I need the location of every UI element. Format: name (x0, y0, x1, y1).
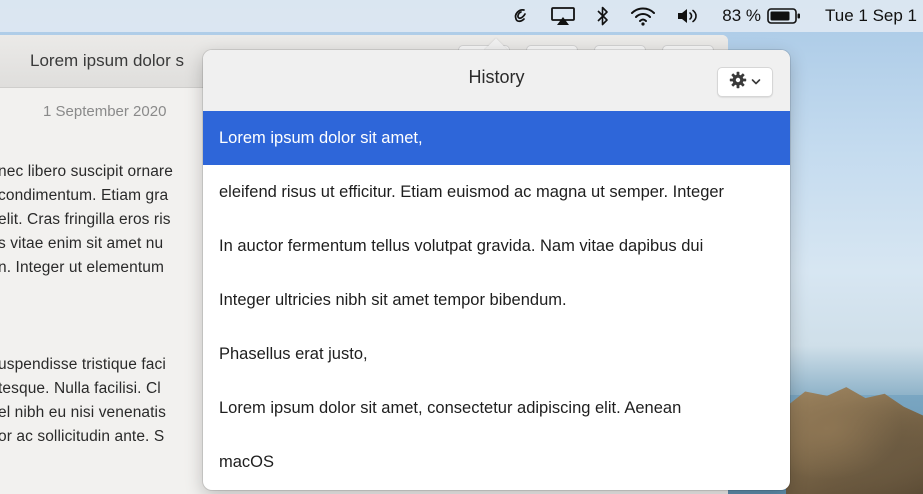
history-item[interactable]: Phasellus erat justo, (203, 327, 790, 381)
history-item[interactable]: In auctor fermentum tellus volutpat grav… (203, 219, 790, 273)
history-item-text: Lorem ipsum dolor sit amet, consectetur … (219, 398, 682, 417)
document-line: n. Integer ut elementum (0, 259, 165, 276)
history-item-text: Integer ultricies nibh sit amet tempor b… (219, 290, 567, 309)
document-title: Lorem ipsum dolor s (30, 51, 185, 70)
battery-percentage-label: 83 % (722, 6, 761, 25)
chevron-down-icon (751, 73, 761, 91)
document-line: s vitae enim sit amet nu (0, 235, 164, 252)
volume-icon[interactable] (666, 0, 712, 32)
history-item-text: macOS (219, 452, 275, 471)
clipboard-app-icon[interactable] (500, 0, 540, 32)
history-item[interactable]: eleifend risus ut efficitur. Etiam euism… (203, 165, 790, 219)
battery-icon[interactable] (765, 0, 811, 32)
history-item-text: Lorem ipsum dolor sit amet, (219, 128, 423, 147)
history-list: Lorem ipsum dolor sit amet, eleifend ris… (203, 111, 790, 489)
history-item[interactable]: Lorem ipsum dolor sit amet, consectetur … (203, 381, 790, 435)
history-item-text: Phasellus erat justo, (219, 344, 368, 363)
history-item[interactable]: Lorem ipsum dolor sit amet, (203, 111, 790, 165)
document-line: condimentum. Etiam gra (0, 187, 169, 204)
history-item-text: eleifend risus ut efficitur. Etiam euism… (219, 182, 725, 201)
menu-bar: 83 % Tue 1 Sep 1 (0, 0, 923, 32)
history-item[interactable]: Integer ultricies nibh sit amet tempor b… (203, 273, 790, 327)
bluetooth-icon[interactable] (586, 0, 620, 32)
history-item-text: In auctor fermentum tellus volutpat grav… (219, 236, 704, 255)
document-line: or ac sollicitudin ante. S (0, 428, 165, 445)
menu-bar-clock[interactable]: Tue 1 Sep 1 (811, 0, 923, 32)
document-line: el nibh eu nisi venenatis (0, 404, 166, 421)
airplay-icon[interactable] (540, 0, 586, 32)
popover-arrow (484, 35, 508, 51)
battery-percentage[interactable]: 83 % (712, 0, 765, 32)
gear-icon (729, 71, 747, 94)
wifi-icon[interactable] (620, 0, 666, 32)
document-date: 1 September 2020 (43, 103, 167, 120)
popover-title: History (468, 67, 525, 87)
clock-label: Tue 1 Sep 1 (825, 6, 917, 25)
document-line: uspendisse tristique faci (0, 356, 166, 373)
settings-menu-button[interactable] (717, 67, 773, 97)
history-popover: History Lorem ipsum dolor sit amet, elei… (203, 50, 790, 490)
document-line: elit. Cras fringilla eros ris (0, 211, 171, 228)
document-line: tesque. Nulla facilisi. Cl (0, 380, 161, 397)
history-item[interactable]: macOS (203, 435, 790, 489)
document-line: nec libero suscipit ornare (0, 163, 173, 180)
popover-header: History (203, 50, 790, 111)
